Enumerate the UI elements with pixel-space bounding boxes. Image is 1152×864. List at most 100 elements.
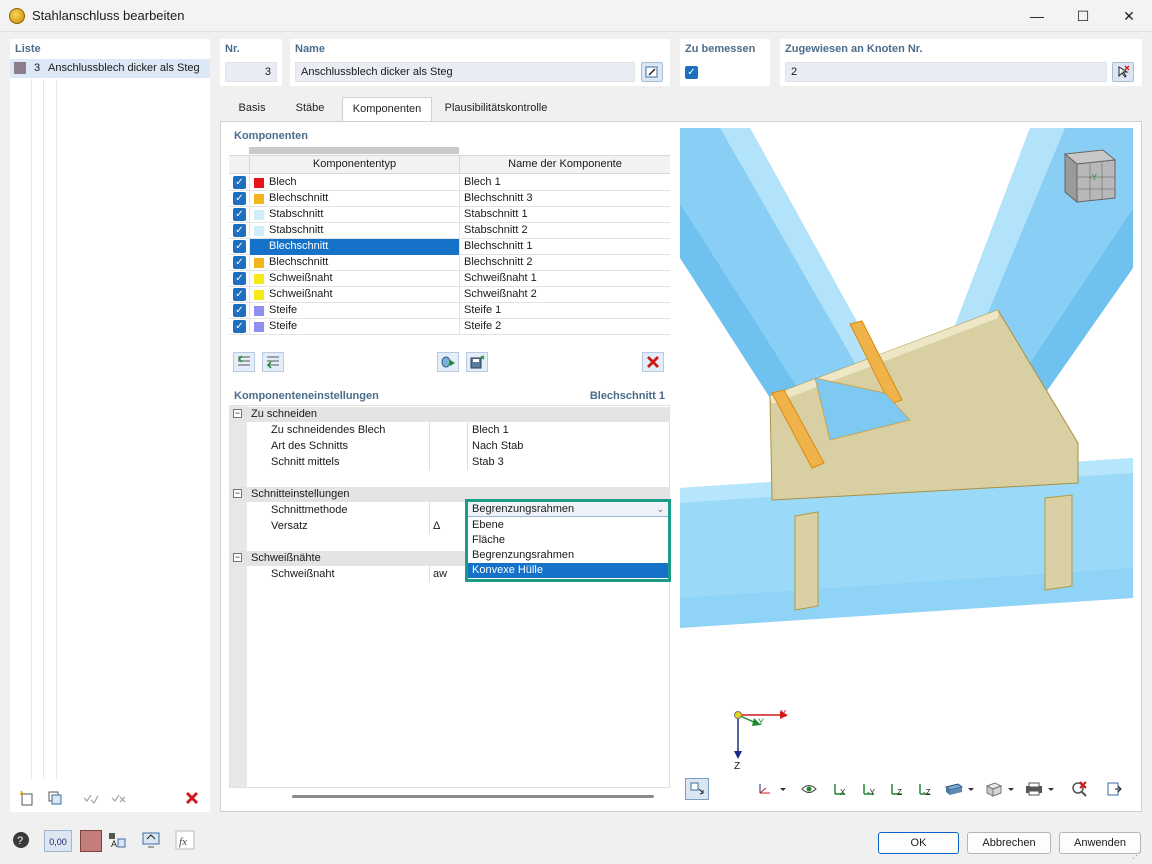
- dropdown-option-begrenzungsrahmen[interactable]: Begrenzungsrahmen: [468, 548, 668, 563]
- prop-value[interactable]: Stab 3: [472, 455, 504, 470]
- delete-item-button[interactable]: [181, 788, 203, 808]
- color-button[interactable]: [80, 830, 102, 852]
- text-settings-icon[interactable]: A: [106, 830, 128, 850]
- maximize-button[interactable]: ☐: [1060, 0, 1106, 32]
- component-type-cell[interactable]: Stabschnitt: [249, 223, 459, 239]
- table-row[interactable]: ✓ Blechschnitt Blechschnitt 2: [229, 255, 670, 271]
- row-checkbox[interactable]: ✓: [233, 304, 246, 317]
- row-checkbox[interactable]: ✓: [233, 256, 246, 269]
- name-field[interactable]: Anschlussblech dicker als Steg: [295, 62, 635, 82]
- dropdown-option-konvexe-huelle[interactable]: Konvexe Hülle: [468, 563, 668, 578]
- table-row[interactable]: ✓ Steife Steife 1: [229, 303, 670, 319]
- component-type-cell[interactable]: Schweißnaht: [249, 271, 459, 287]
- design-checkbox[interactable]: ✓: [685, 66, 698, 79]
- group-zu-schneiden[interactable]: − Zu schneiden: [229, 407, 670, 422]
- tab-komponenten[interactable]: Komponenten: [342, 97, 432, 122]
- row-checkbox[interactable]: ✓: [233, 272, 246, 285]
- component-name-cell[interactable]: Schweißnaht 1: [459, 271, 670, 287]
- delete-component-button[interactable]: [642, 352, 664, 372]
- check-all-icon[interactable]: [80, 788, 102, 808]
- component-name-cell[interactable]: Schweißnaht 2: [459, 287, 670, 303]
- table-row[interactable]: ✓ Stabschnitt Stabschnitt 2: [229, 223, 670, 239]
- row-checkbox[interactable]: ✓: [233, 208, 246, 221]
- table-row[interactable]: ✓ Steife Steife 2: [229, 319, 670, 335]
- component-type-cell[interactable]: Blechschnitt: [249, 191, 459, 207]
- help-icon[interactable]: ?: [10, 830, 32, 850]
- close-button[interactable]: ✕: [1106, 0, 1152, 32]
- component-name-cell[interactable]: Blechschnitt 1: [459, 239, 670, 255]
- view-iso-icon[interactable]: [942, 778, 978, 800]
- view-minus-z-icon[interactable]: -Z: [914, 778, 936, 800]
- row-checkbox[interactable]: ✓: [233, 288, 246, 301]
- col-name-header[interactable]: Name der Komponente: [459, 156, 670, 173]
- nodes-field[interactable]: 2: [785, 62, 1107, 82]
- dropdown-option-flaeche[interactable]: Fläche: [468, 533, 668, 548]
- component-name-cell[interactable]: Stabschnitt 2: [459, 223, 670, 239]
- prop-value[interactable]: Blech 1: [472, 423, 509, 438]
- coordinate-system-icon[interactable]: [754, 778, 790, 800]
- row-checkbox[interactable]: ✓: [233, 176, 246, 189]
- table-row[interactable]: ✓ Blechschnitt Blechschnitt 1: [229, 239, 670, 255]
- table-row[interactable]: ✓ Schweißnaht Schweißnaht 1: [229, 271, 670, 287]
- component-name-cell[interactable]: Blechschnitt 3: [459, 191, 670, 207]
- move-down-icon[interactable]: [262, 352, 284, 372]
- component-type-cell[interactable]: Stabschnitt: [249, 207, 459, 223]
- component-name-cell[interactable]: Blechschnitt 2: [459, 255, 670, 271]
- formula-icon[interactable]: fx: [174, 830, 196, 850]
- nr-field[interactable]: 3: [225, 62, 277, 82]
- component-type-cell[interactable]: Steife: [249, 303, 459, 319]
- 3d-viewport[interactable]: -Y X Y Z: [680, 128, 1133, 773]
- screen-view-icon[interactable]: [140, 830, 162, 850]
- list-item[interactable]: 3 Anschlussblech dicker als Steg: [10, 59, 210, 78]
- dropdown-selected[interactable]: Begrenzungsrahmen: [468, 502, 668, 517]
- component-type-cell[interactable]: Schweißnaht: [249, 287, 459, 303]
- decimal-places-button[interactable]: 0,00: [44, 830, 72, 852]
- cancel-button[interactable]: Abbrechen: [967, 832, 1051, 854]
- schnittmethode-dropdown[interactable]: Begrenzungsrahmen ⌄ Ebene Fläche Begrenz…: [465, 499, 671, 582]
- display-mode-icon[interactable]: [982, 778, 1018, 800]
- view-cube[interactable]: -Y: [1053, 148, 1117, 204]
- component-type-cell[interactable]: Blech: [249, 175, 459, 191]
- move-up-icon[interactable]: [233, 352, 255, 372]
- save-component-icon[interactable]: [466, 352, 488, 372]
- component-type-cell[interactable]: Steife: [249, 319, 459, 335]
- copy-item-button[interactable]: [44, 788, 66, 808]
- row-checkbox[interactable]: ✓: [233, 240, 246, 253]
- tab-basis[interactable]: Basis: [228, 97, 276, 121]
- horizontal-scrollbar[interactable]: [292, 795, 654, 798]
- resize-grip-icon[interactable]: ⋰: [1132, 850, 1142, 860]
- ok-button[interactable]: OK: [878, 832, 959, 854]
- table-row[interactable]: ✓ Schweißnaht Schweißnaht 2: [229, 287, 670, 303]
- tab-plausibilitaetskontrolle[interactable]: Plausibilitätskontrolle: [436, 97, 556, 121]
- view-x-icon[interactable]: X: [829, 778, 851, 800]
- import-component-icon[interactable]: [437, 352, 459, 372]
- chevron-down-icon[interactable]: ⌄: [656, 504, 664, 515]
- component-type-cell[interactable]: Blechschnitt: [249, 239, 459, 255]
- exit-view-icon[interactable]: [1102, 778, 1126, 800]
- visibility-icon[interactable]: [798, 778, 820, 800]
- view-sync-icon[interactable]: [685, 778, 709, 800]
- component-name-cell[interactable]: Blech 1: [459, 175, 670, 191]
- minimize-button[interactable]: —: [1014, 0, 1060, 32]
- component-name-cell[interactable]: Stabschnitt 1: [459, 207, 670, 223]
- new-item-button[interactable]: [16, 788, 38, 808]
- pick-node-button[interactable]: [1112, 62, 1134, 82]
- table-row[interactable]: ✓ Blech Blech 1: [229, 175, 670, 191]
- component-name-cell[interactable]: Steife 1: [459, 303, 670, 319]
- row-checkbox[interactable]: ✓: [233, 320, 246, 333]
- tab-staebe[interactable]: Stäbe: [284, 97, 336, 121]
- col-type-header[interactable]: Komponententyp: [249, 156, 459, 173]
- print-icon[interactable]: [1022, 778, 1058, 800]
- table-row[interactable]: ✓ Blechschnitt Blechschnitt 3: [229, 191, 670, 207]
- prop-value[interactable]: Nach Stab: [472, 439, 523, 454]
- reset-view-icon[interactable]: [1068, 778, 1092, 800]
- table-row[interactable]: ✓ Stabschnitt Stabschnitt 1: [229, 207, 670, 223]
- uncheck-all-icon[interactable]: [108, 788, 130, 808]
- row-checkbox[interactable]: ✓: [233, 192, 246, 205]
- apply-button[interactable]: Anwenden: [1059, 832, 1141, 854]
- component-type-cell[interactable]: Blechschnitt: [249, 255, 459, 271]
- view-z-icon[interactable]: Z: [886, 778, 908, 800]
- edit-name-button[interactable]: [641, 62, 663, 82]
- dropdown-option-ebene[interactable]: Ebene: [468, 518, 668, 533]
- component-name-cell[interactable]: Steife 2: [459, 319, 670, 335]
